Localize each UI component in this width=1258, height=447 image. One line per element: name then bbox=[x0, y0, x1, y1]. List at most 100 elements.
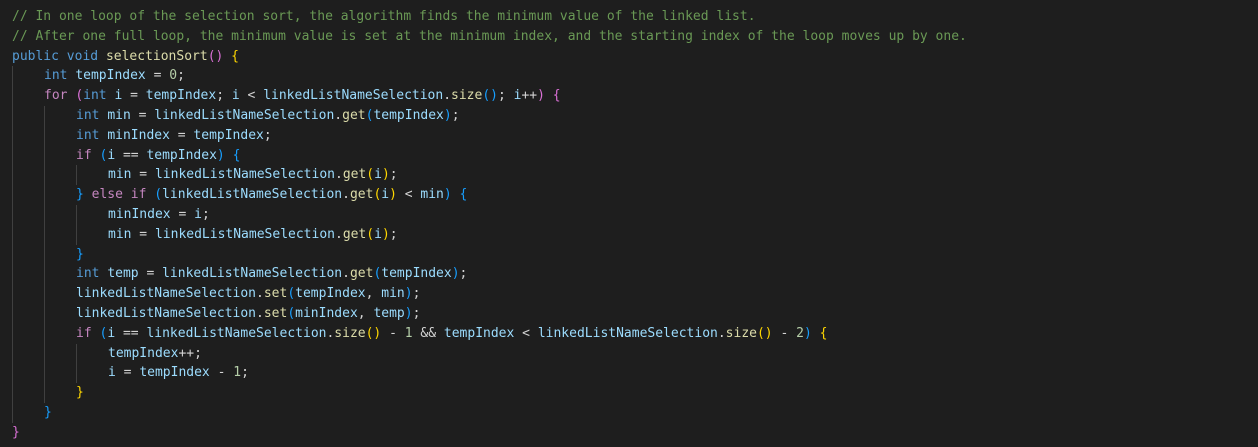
code-token-number: 1 bbox=[404, 325, 413, 341]
code-line[interactable]: for (int i = tempIndex; i < linkedListNa… bbox=[0, 86, 1258, 106]
code-token-number: 0 bbox=[169, 68, 178, 84]
code-line[interactable]: i = tempIndex - 1; bbox=[0, 363, 1258, 384]
code-token-control: if bbox=[76, 147, 92, 163]
code-token-variable: minIndex bbox=[107, 127, 170, 143]
code-token-method: size bbox=[451, 88, 483, 104]
code-line[interactable]: int minIndex = tempIndex; bbox=[0, 125, 1258, 146]
code-line[interactable]: } bbox=[0, 383, 1258, 403]
code-token-bracket1: } bbox=[76, 385, 84, 401]
code-token-plain: . bbox=[342, 266, 350, 282]
code-token-plain: = bbox=[122, 88, 146, 104]
code-token-plain: . bbox=[256, 286, 264, 302]
indent-guide bbox=[12, 165, 13, 186]
code-token-variable: tempIndex bbox=[443, 325, 515, 341]
code-token-variable: min bbox=[108, 226, 132, 242]
indent-guide bbox=[76, 204, 77, 225]
code-token-control: if bbox=[130, 187, 147, 203]
indent-guide bbox=[12, 303, 13, 324]
code-token-plain: ; bbox=[412, 286, 421, 302]
code-token-method: size bbox=[334, 325, 366, 341]
code-line[interactable]: int min = linkedListNameSelection.get(te… bbox=[0, 105, 1258, 126]
code-token-bracket1: { bbox=[819, 325, 828, 341]
code-token-keyword: public bbox=[12, 48, 59, 64]
code-token-plain: ; bbox=[216, 88, 232, 104]
code-token-plain: ; bbox=[498, 88, 514, 104]
code-line[interactable]: min = linkedListNameSelection.get(i); bbox=[0, 224, 1258, 245]
code-token-variable: linkedListNameSelection bbox=[154, 107, 335, 123]
code-line[interactable]: tempIndex++; bbox=[0, 343, 1258, 364]
code-token-plain: , bbox=[365, 286, 382, 302]
code-line[interactable]: linkedListNameSelection.set(tempIndex, m… bbox=[0, 284, 1258, 304]
code-token-plain: . bbox=[717, 325, 726, 341]
code-token-variable: i bbox=[381, 187, 390, 203]
code-token-plain: ; bbox=[201, 206, 210, 222]
indent-guide bbox=[12, 264, 13, 285]
code-token-plain: ; bbox=[263, 127, 272, 143]
code-line[interactable]: linkedListNameSelection.set(minIndex, te… bbox=[0, 303, 1258, 324]
code-line[interactable]: } else if (linkedListNameSelection.get(i… bbox=[0, 185, 1258, 205]
code-line[interactable]: } bbox=[0, 423, 1258, 443]
code-token-variable: i bbox=[374, 167, 382, 183]
code-token-plain: == bbox=[115, 325, 147, 341]
code-token-plain: < bbox=[239, 88, 264, 104]
indent-guide bbox=[44, 165, 45, 186]
indent-guide bbox=[44, 125, 45, 146]
code-token-bracket1: ( bbox=[366, 167, 375, 183]
code-token-variable: tempIndex bbox=[108, 345, 179, 361]
code-token-plain: = bbox=[145, 68, 170, 84]
indent-guide bbox=[44, 185, 45, 205]
code-token-keyword: void bbox=[66, 48, 99, 64]
code-token-variable: i bbox=[107, 325, 116, 341]
code-token-bracket3: ) bbox=[404, 305, 413, 321]
code-token-number: 1 bbox=[233, 365, 242, 381]
code-token-plain: . bbox=[443, 88, 452, 104]
code-token-variable: linkedListNameSelection bbox=[146, 325, 327, 341]
code-token-plain: . bbox=[342, 187, 350, 203]
code-line[interactable]: // After one full loop, the minimum valu… bbox=[0, 27, 1258, 47]
indent-guide bbox=[12, 363, 13, 384]
code-token-plain: = bbox=[170, 206, 195, 222]
code-token-bracket3: } bbox=[44, 404, 52, 420]
code-line[interactable]: // In one loop of the selection sort, th… bbox=[0, 7, 1258, 27]
code-line[interactable]: min = linkedListNameSelection.get(i); bbox=[0, 165, 1258, 186]
code-token-bracket3: { bbox=[232, 147, 241, 163]
code-token-plain: = bbox=[138, 266, 163, 282]
code-token-variable: linkedListNameSelection bbox=[263, 88, 444, 104]
code-token-method: get bbox=[342, 167, 367, 183]
code-token-plain: . bbox=[334, 107, 343, 123]
code-token-control: for bbox=[44, 88, 68, 104]
code-editor[interactable]: // In one loop of the selection sort, th… bbox=[0, 0, 1258, 447]
indent-guide bbox=[44, 303, 45, 324]
code-token-bracket2: } bbox=[12, 424, 20, 440]
indent-guide bbox=[44, 264, 45, 285]
code-token-keyword: int bbox=[83, 88, 107, 104]
code-line[interactable]: public void selectionSort() { bbox=[0, 47, 1258, 67]
code-line[interactable]: if (i == linkedListNameSelection.size() … bbox=[0, 323, 1258, 344]
code-line[interactable]: } bbox=[0, 244, 1258, 265]
code-token-bracket3: ) bbox=[443, 107, 452, 123]
code-token-variable: i bbox=[108, 365, 116, 381]
code-token-bracket2: { bbox=[552, 88, 561, 104]
indent-guide bbox=[76, 363, 77, 384]
code-token-variable: min bbox=[420, 187, 444, 203]
indent-guide bbox=[44, 224, 45, 245]
code-token-bracket1: ( bbox=[366, 226, 375, 242]
code-token-variable: tempIndex bbox=[146, 147, 217, 163]
code-token-plain: . bbox=[256, 305, 264, 321]
indent-guide bbox=[12, 343, 13, 364]
indent-guide bbox=[12, 66, 13, 87]
code-line[interactable]: int tempIndex = 0; bbox=[0, 66, 1258, 87]
code-token-variable: linkedListNameSelection bbox=[537, 325, 718, 341]
code-token-variable: tempIndex bbox=[145, 88, 217, 104]
code-line[interactable]: minIndex = i; bbox=[0, 204, 1258, 225]
code-line[interactable]: int temp = linkedListNameSelection.get(t… bbox=[0, 264, 1258, 285]
code-line[interactable]: } bbox=[0, 402, 1258, 423]
code-line[interactable]: if (i == tempIndex) { bbox=[0, 145, 1258, 166]
code-token-plain: ; bbox=[389, 226, 398, 242]
indent-guide bbox=[12, 224, 13, 245]
